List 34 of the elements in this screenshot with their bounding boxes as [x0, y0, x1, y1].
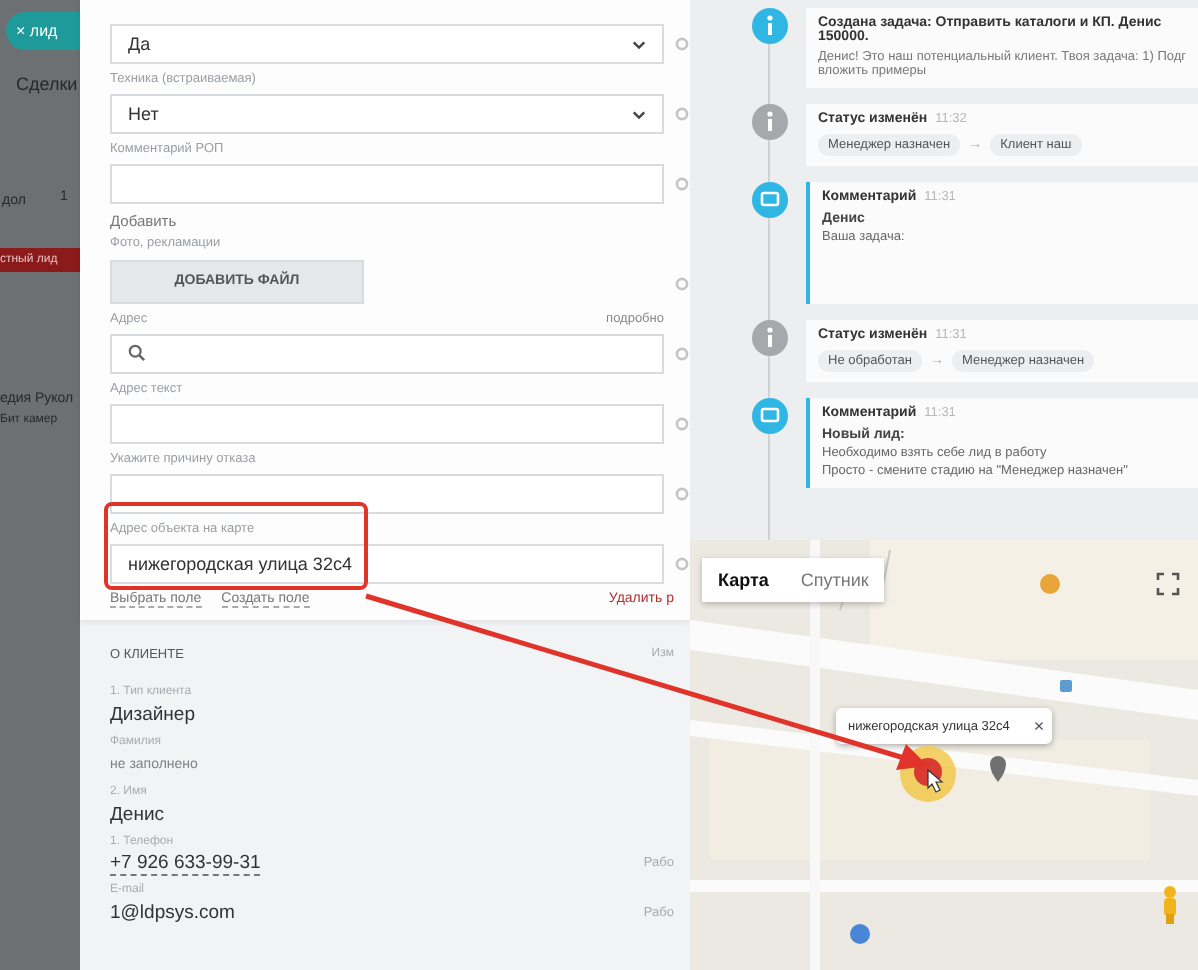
dropdown[interactable]: Нет [110, 94, 664, 134]
close-button[interactable]: × лид [6, 12, 80, 50]
fullscreen-icon[interactable] [1156, 572, 1180, 596]
settings-icon[interactable] [674, 415, 690, 431]
settings-icon[interactable] [674, 555, 690, 571]
settings-icon[interactable] [674, 485, 690, 501]
chevron-icon [632, 109, 646, 119]
search-field[interactable] [110, 333, 664, 373]
settings-icon[interactable] [674, 36, 690, 52]
field-value: Дизайнер [110, 701, 195, 727]
info-icon [752, 104, 788, 140]
map-tab[interactable]: Карта [702, 558, 785, 602]
settings-icon[interactable] [674, 106, 690, 122]
info-icon [752, 8, 788, 44]
close-button[interactable]: × [1033, 716, 1045, 736]
field-value: Денис [110, 801, 165, 827]
dropdown[interactable]: Да [110, 24, 664, 64]
person-figure-icon[interactable] [1160, 884, 1180, 924]
settings-icon[interactable] [674, 176, 690, 192]
background-text: Сделки [16, 74, 78, 94]
field-value: 1@ldpsys.com [110, 899, 235, 925]
search-icon [128, 344, 146, 362]
settings-icon[interactable] [674, 275, 690, 291]
comment-icon [752, 182, 788, 218]
input-field[interactable] [110, 403, 664, 443]
input-field[interactable] [110, 164, 664, 204]
comment-icon [752, 398, 788, 434]
chevron-icon [632, 39, 646, 49]
phone-link[interactable]: +7 926 633-99-31 [110, 851, 261, 875]
input-field[interactable]: нижегородская улица 32с4 [110, 543, 664, 583]
info-icon [752, 320, 788, 356]
settings-icon[interactable] [674, 345, 690, 361]
map-tab[interactable]: Спутник [784, 558, 885, 602]
input-field[interactable] [110, 473, 664, 513]
